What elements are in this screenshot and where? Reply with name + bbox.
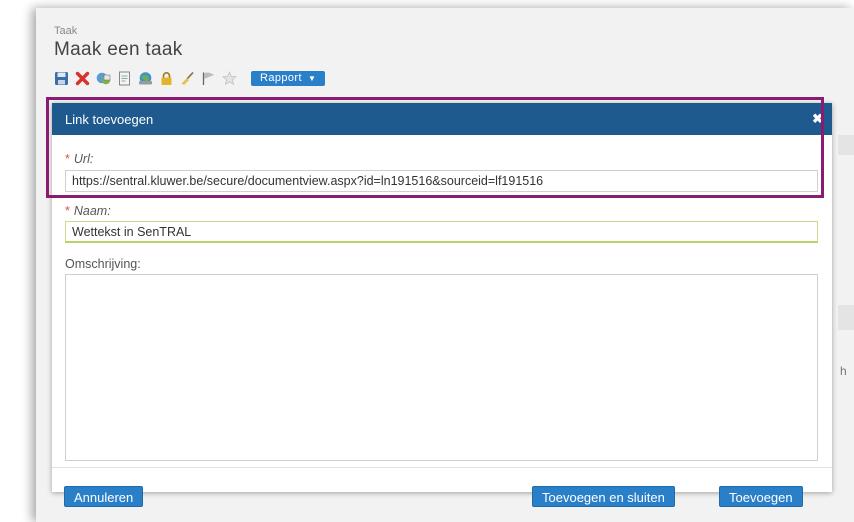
dialog-title: Link toevoegen: [65, 112, 154, 127]
document-icon[interactable]: [117, 71, 132, 86]
cancel-button[interactable]: Annuleren: [64, 486, 144, 507]
url-label: * Url:: [65, 152, 93, 166]
name-input[interactable]: Wettekst in SenTRAL: [65, 221, 818, 243]
toolbar: Rapport ▼: [54, 69, 326, 87]
report-button-label: Rapport: [260, 71, 302, 84]
background-row: [838, 135, 854, 155]
required-marker: *: [65, 152, 70, 166]
delete-icon[interactable]: [75, 71, 90, 86]
globe-link-icon[interactable]: [138, 71, 153, 86]
dialog-header: Link toevoegen ✖: [52, 103, 832, 135]
copy-icon[interactable]: [96, 71, 111, 86]
url-label-text: Url:: [73, 152, 94, 166]
background-partial-text: h: [840, 364, 847, 378]
url-input[interactable]: https://sentral.kluwer.be/secure/documen…: [65, 170, 818, 192]
flag-icon[interactable]: [201, 71, 216, 86]
broom-icon[interactable]: [180, 71, 195, 86]
chevron-down-icon: ▼: [307, 73, 317, 83]
close-icon[interactable]: ✖: [812, 111, 823, 127]
footer-divider: [52, 467, 832, 468]
add-button[interactable]: Toevoegen: [719, 486, 803, 507]
required-marker: *: [65, 204, 70, 218]
star-icon[interactable]: [222, 70, 237, 86]
breadcrumb: Taak: [54, 25, 78, 37]
name-label: * Naam:: [65, 204, 111, 218]
description-textarea[interactable]: [65, 274, 818, 461]
name-label-text: Naam:: [73, 204, 111, 218]
background-row: [838, 305, 854, 330]
link-dialog: Link toevoegen ✖ * Url: https://sentral.k…: [52, 103, 832, 507]
report-button[interactable]: Rapport ▼: [251, 70, 326, 86]
page-title: Maak een taak: [54, 39, 183, 60]
save-icon[interactable]: [54, 71, 69, 86]
description-label: Omschrijving:: [65, 257, 141, 271]
lock-icon[interactable]: [159, 71, 174, 86]
add-and-close-button[interactable]: Toevoegen en sluiten: [532, 486, 675, 507]
